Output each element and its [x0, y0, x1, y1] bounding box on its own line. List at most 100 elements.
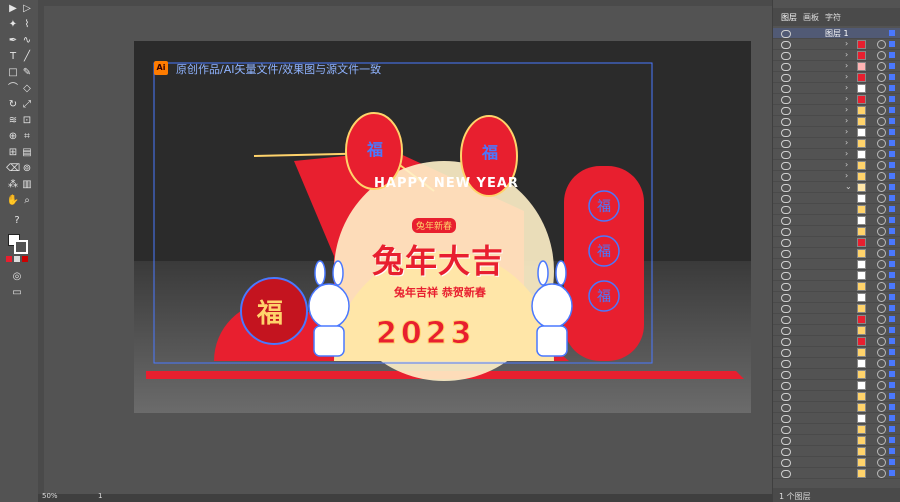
tab-layers[interactable]: 图层 — [781, 12, 797, 23]
eye-icon[interactable] — [781, 437, 791, 445]
target-icon[interactable] — [877, 403, 886, 412]
layer-row[interactable]: ⌄ — [773, 182, 900, 193]
target-icon[interactable] — [877, 348, 886, 357]
eye-icon[interactable] — [781, 107, 791, 115]
eye-icon[interactable] — [781, 382, 791, 390]
canvas[interactable]: Ai 原创作品/AI矢量文件/效果图与源文件一致 HAPPY NEW YEAR … — [44, 6, 772, 494]
chevron-right-icon[interactable]: › — [845, 171, 848, 180]
chevron-right-icon[interactable]: › — [845, 61, 848, 70]
layer-row[interactable] — [773, 468, 900, 479]
magic-wand-icon[interactable]: ✦ — [6, 18, 20, 32]
target-icon[interactable] — [877, 84, 886, 93]
chevron-right-icon[interactable]: › — [845, 127, 848, 136]
curvature-icon[interactable]: ∿ — [20, 34, 34, 48]
layer-row[interactable] — [773, 369, 900, 380]
layer-row[interactable]: › — [773, 171, 900, 182]
target-icon[interactable] — [877, 249, 886, 258]
target-icon[interactable] — [877, 40, 886, 49]
eye-icon[interactable] — [781, 206, 791, 214]
target-icon[interactable] — [877, 73, 886, 82]
target-icon[interactable] — [877, 293, 886, 302]
target-icon[interactable] — [877, 315, 886, 324]
target-icon[interactable] — [877, 51, 886, 60]
free-transform-icon[interactable]: ⊡ — [20, 114, 34, 128]
target-icon[interactable] — [877, 95, 886, 104]
eye-icon[interactable] — [781, 63, 791, 71]
rectangle-tool-icon[interactable]: □ — [6, 66, 20, 80]
target-icon[interactable] — [877, 183, 886, 192]
target-icon[interactable] — [877, 216, 886, 225]
chevron-right-icon[interactable]: › — [845, 138, 848, 147]
target-icon[interactable] — [877, 381, 886, 390]
mesh-icon[interactable]: ⊞ — [6, 146, 20, 160]
eye-icon[interactable] — [781, 85, 791, 93]
target-icon[interactable] — [877, 326, 886, 335]
eraser-icon[interactable]: ◇ — [20, 82, 34, 96]
eye-icon[interactable] — [781, 415, 791, 423]
eye-icon[interactable] — [781, 470, 791, 478]
layer-row[interactable] — [773, 457, 900, 468]
eye-icon[interactable] — [781, 360, 791, 368]
target-icon[interactable] — [877, 194, 886, 203]
layer-row[interactable]: › — [773, 149, 900, 160]
scale-icon[interactable]: ⤢ — [20, 98, 34, 112]
eye-icon[interactable] — [781, 184, 791, 192]
zoom-tool-icon[interactable]: ⌕ — [20, 194, 34, 208]
eye-icon[interactable] — [781, 283, 791, 291]
draw-mode-icon[interactable]: ◎ — [10, 270, 24, 284]
chevron-right-icon[interactable]: › — [845, 39, 848, 48]
layer-row[interactable]: › — [773, 105, 900, 116]
eye-icon[interactable] — [781, 30, 791, 38]
layer-row[interactable] — [773, 380, 900, 391]
color-mode-icon[interactable] — [6, 256, 12, 262]
eye-icon[interactable] — [781, 118, 791, 126]
layer-row[interactable]: › — [773, 116, 900, 127]
layer-row[interactable] — [773, 391, 900, 402]
layer-row[interactable] — [773, 402, 900, 413]
eye-icon[interactable] — [781, 96, 791, 104]
chevron-down-icon[interactable]: ⌄ — [845, 182, 852, 191]
page-value[interactable]: 1 — [98, 492, 102, 500]
layer-row[interactable] — [773, 446, 900, 457]
target-icon[interactable] — [877, 458, 886, 467]
eye-icon[interactable] — [781, 250, 791, 258]
layer-row[interactable] — [773, 204, 900, 215]
eye-icon[interactable] — [781, 426, 791, 434]
layer-row[interactable] — [773, 314, 900, 325]
target-icon[interactable] — [877, 260, 886, 269]
target-icon[interactable] — [877, 139, 886, 148]
hand-tool-icon[interactable]: ✋ — [6, 194, 20, 208]
eye-icon[interactable] — [781, 173, 791, 181]
chevron-right-icon[interactable]: › — [845, 50, 848, 59]
blend-icon[interactable]: ⊚ — [20, 162, 34, 176]
layer-row[interactable]: › — [773, 138, 900, 149]
target-icon[interactable] — [877, 304, 886, 313]
target-icon[interactable] — [877, 469, 886, 478]
stroke-swatch[interactable] — [14, 240, 28, 254]
eye-icon[interactable] — [781, 294, 791, 302]
eye-icon[interactable] — [781, 52, 791, 60]
eye-icon[interactable] — [781, 349, 791, 357]
layer-row[interactable] — [773, 336, 900, 347]
graph-tool-icon[interactable]: ▥ — [20, 178, 34, 192]
eye-icon[interactable] — [781, 261, 791, 269]
target-icon[interactable] — [877, 62, 886, 71]
layer-row[interactable]: › — [773, 83, 900, 94]
chevron-right-icon[interactable]: › — [845, 116, 848, 125]
eye-icon[interactable] — [781, 371, 791, 379]
screen-mode-icon[interactable]: ▭ — [10, 286, 24, 300]
eye-icon[interactable] — [781, 272, 791, 280]
pen-tool-icon[interactable]: ✒ — [6, 34, 20, 48]
layer-row[interactable] — [773, 358, 900, 369]
target-icon[interactable] — [877, 425, 886, 434]
target-icon[interactable] — [877, 150, 886, 159]
target-icon[interactable] — [877, 370, 886, 379]
layer-row[interactable] — [773, 226, 900, 237]
eye-icon[interactable] — [781, 140, 791, 148]
layer-row[interactable]: › — [773, 50, 900, 61]
gradient-mode-icon[interactable] — [14, 256, 20, 262]
eye-icon[interactable] — [781, 41, 791, 49]
selection-tool-icon[interactable]: ▶ — [6, 2, 20, 16]
target-icon[interactable] — [877, 337, 886, 346]
layer-row[interactable] — [773, 215, 900, 226]
